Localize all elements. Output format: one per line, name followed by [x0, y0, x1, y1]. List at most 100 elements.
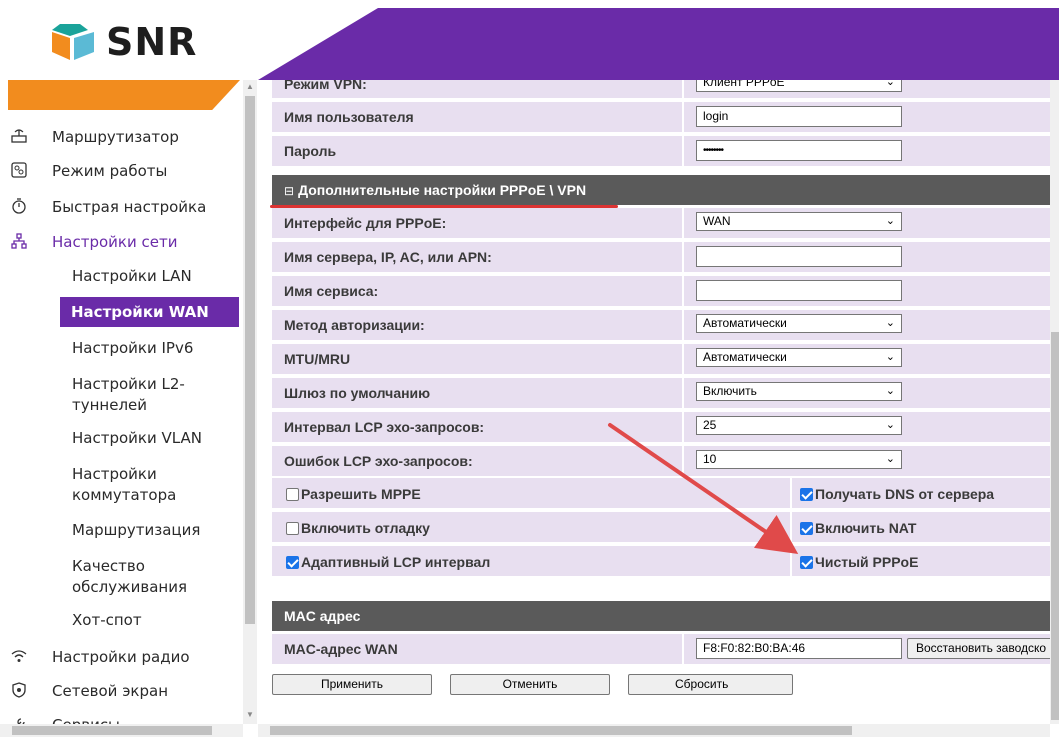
debug-checkbox-cell[interactable]: Включить отладку: [286, 512, 430, 544]
username-input[interactable]: login: [696, 106, 902, 127]
nat-checkbox-cell[interactable]: Включить NAT: [800, 512, 916, 544]
auth-method-select[interactable]: Автоматически ⌄: [696, 314, 902, 333]
select-value: Автоматически: [703, 350, 787, 364]
reset-button[interactable]: Сбросить: [628, 674, 793, 695]
checkbox-row: Адаптивный LCP интервал Чистый PPPoE: [272, 546, 1050, 578]
cell-divider: [790, 478, 792, 508]
router-icon: [10, 128, 28, 146]
field-label: Имя сервиса:: [284, 283, 379, 299]
row-field: Интервал LCP эхо-запросов: 25 ⌄: [272, 412, 1050, 444]
section-pppoe-advanced[interactable]: ⊟ Дополнительные настройки PPPoE \ VPN: [272, 175, 1050, 205]
scroll-down-arrow-icon[interactable]: ▼: [246, 710, 254, 719]
adaptive-lcp-checkbox-cell[interactable]: Адаптивный LCP интервал: [286, 546, 490, 578]
adaptive-lcp-checkbox[interactable]: [286, 555, 299, 569]
snr-logo-mark: [52, 24, 94, 60]
sidebar-item-services[interactable]: Сервисы: [0, 714, 240, 724]
sidebar-subitem-routing[interactable]: Маршрутизация: [72, 520, 200, 541]
chevron-down-icon: ⌄: [885, 453, 895, 465]
sidebar-item-label: Сетевой экран: [52, 682, 169, 700]
vpn-mode-select[interactable]: Клиент PPPoE ⌄: [696, 80, 902, 92]
sidebar-subitem-wan[interactable]: Настройки WAN: [60, 297, 239, 327]
field-label: Интервал LCP эхо-запросов:: [284, 419, 485, 435]
select-value: Автоматически: [703, 316, 787, 330]
section-title: Дополнительные настройки PPPoE \ VPN: [298, 182, 587, 198]
sidebar-subitem-switch[interactable]: Настройки коммутатора: [72, 464, 176, 506]
cell-divider: [682, 634, 684, 664]
nat-checkbox[interactable]: [800, 521, 813, 535]
field-label: Имя сервера, IP, AC, или APN:: [284, 249, 492, 265]
password-input[interactable]: ••••••••: [696, 140, 902, 161]
lcp-interval-select[interactable]: 25 ⌄: [696, 416, 902, 435]
sidebar-subitem-hotspot[interactable]: Хот-спот: [72, 610, 142, 631]
lcp-failures-select[interactable]: 10 ⌄: [696, 450, 902, 469]
row-field: Имя сервера, IP, AC, или APN:: [272, 242, 1050, 274]
main-scroll-thumb[interactable]: [1051, 332, 1059, 720]
checkbox-label: Чистый PPPoE: [815, 554, 919, 570]
row-field: Имя сервиса:: [272, 276, 1050, 308]
cell-divider: [682, 276, 684, 306]
cell-divider: [682, 412, 684, 442]
cell-divider: [682, 136, 684, 166]
row-password: Пароль ••••••••: [272, 136, 1050, 168]
section-mac: MAC адрес: [272, 601, 1050, 631]
service-name-input[interactable]: [696, 280, 902, 301]
row-mac: MAC-адрес WAN F8:F0:82:B0:BA:46 Восстано…: [272, 634, 1050, 666]
sidebar-subitem-l2-tunnels[interactable]: Настройки L2- туннелей: [72, 374, 185, 416]
sidebar-scroll-thumb[interactable]: [245, 96, 255, 624]
mac-address-input[interactable]: F8:F0:82:B0:BA:46: [696, 638, 902, 659]
mtu-mru-select[interactable]: Автоматически ⌄: [696, 348, 902, 367]
checkbox-label: Разрешить MPPE: [301, 486, 421, 502]
mppe-checkbox[interactable]: [286, 487, 299, 501]
services-icon: [10, 716, 28, 724]
row-vpn-mode: Режим VPN: Клиент PPPoE ⌄: [272, 80, 1050, 100]
sidebar-item-label: Быстрая настройка: [52, 198, 207, 216]
apply-button[interactable]: Применить: [272, 674, 432, 695]
cell-divider: [682, 310, 684, 340]
cell-divider: [682, 446, 684, 476]
select-value: Клиент PPPoE: [703, 80, 785, 89]
dns-checkbox[interactable]: [800, 487, 813, 501]
chevron-down-icon: ⌄: [885, 351, 895, 363]
snr-logo[interactable]: SNR: [50, 20, 197, 64]
sidebar-subitem-ipv6[interactable]: Настройки IPv6: [72, 338, 193, 359]
main-hscroll-thumb[interactable]: [270, 726, 852, 735]
sidebar-item-radio[interactable]: Настройки радио: [0, 646, 240, 668]
sidebar-item-label: Настройки радио: [52, 648, 190, 666]
sidebar-item-network[interactable]: Настройки сети: [0, 231, 240, 253]
pure-pppoe-checkbox[interactable]: [800, 555, 813, 569]
cell-divider: [682, 208, 684, 238]
pppoe-interface-select[interactable]: WAN ⌄: [696, 212, 902, 231]
server-name-input[interactable]: [696, 246, 902, 267]
sidebar-item-router[interactable]: Маршрутизатор: [0, 126, 240, 148]
cancel-button[interactable]: Отменить: [450, 674, 610, 695]
default-gateway-select[interactable]: Включить ⌄: [696, 382, 902, 401]
sidebar-item-firewall[interactable]: Сетевой экран: [0, 680, 240, 702]
chevron-down-icon: ⌄: [885, 317, 895, 329]
mppe-checkbox-cell[interactable]: Разрешить MPPE: [286, 478, 421, 510]
pure-pppoe-checkbox-cell[interactable]: Чистый PPPoE: [800, 546, 918, 578]
cell-divider: [682, 242, 684, 272]
sidebar-hscroll-thumb[interactable]: [12, 726, 212, 735]
restore-factory-mac-button[interactable]: Восстановить заводско: [907, 638, 1050, 659]
sidebar-item-label: Маршрутизатор: [52, 128, 179, 146]
dns-checkbox-cell[interactable]: Получать DNS от сервера: [800, 478, 994, 510]
sidebar-item-quick-setup[interactable]: Быстрая настройка: [0, 196, 240, 218]
sidebar-accent: [8, 80, 240, 110]
checkbox-label: Адаптивный LCP интервал: [301, 554, 491, 570]
sidebar-item-mode[interactable]: Режим работы: [0, 160, 240, 182]
collapse-icon[interactable]: ⊟: [284, 184, 294, 198]
select-value: 25: [703, 418, 717, 432]
row-field: Метод авторизации: Автоматически ⌄: [272, 310, 1050, 342]
select-value: 10: [703, 452, 717, 466]
checkbox-label: Получать DNS от сервера: [815, 486, 995, 502]
chevron-down-icon: ⌄: [885, 385, 895, 397]
sidebar-subitem-lan[interactable]: Настройки LAN: [72, 266, 192, 287]
debug-checkbox[interactable]: [286, 521, 299, 535]
sidebar-subitem-vlan[interactable]: Настройки VLAN: [72, 428, 202, 449]
sidebar-subitem-qos[interactable]: Качество обслуживания: [72, 556, 187, 598]
row-field: MTU/MRU Автоматически ⌄: [272, 344, 1050, 376]
scroll-up-arrow-icon[interactable]: ▲: [246, 82, 254, 91]
select-value: Включить: [703, 384, 757, 398]
app-root: SNR Маршрутизатор Режим работы Быстрая н…: [0, 0, 1059, 737]
checkbox-row: Разрешить MPPE Получать DNS от сервера: [272, 478, 1050, 510]
